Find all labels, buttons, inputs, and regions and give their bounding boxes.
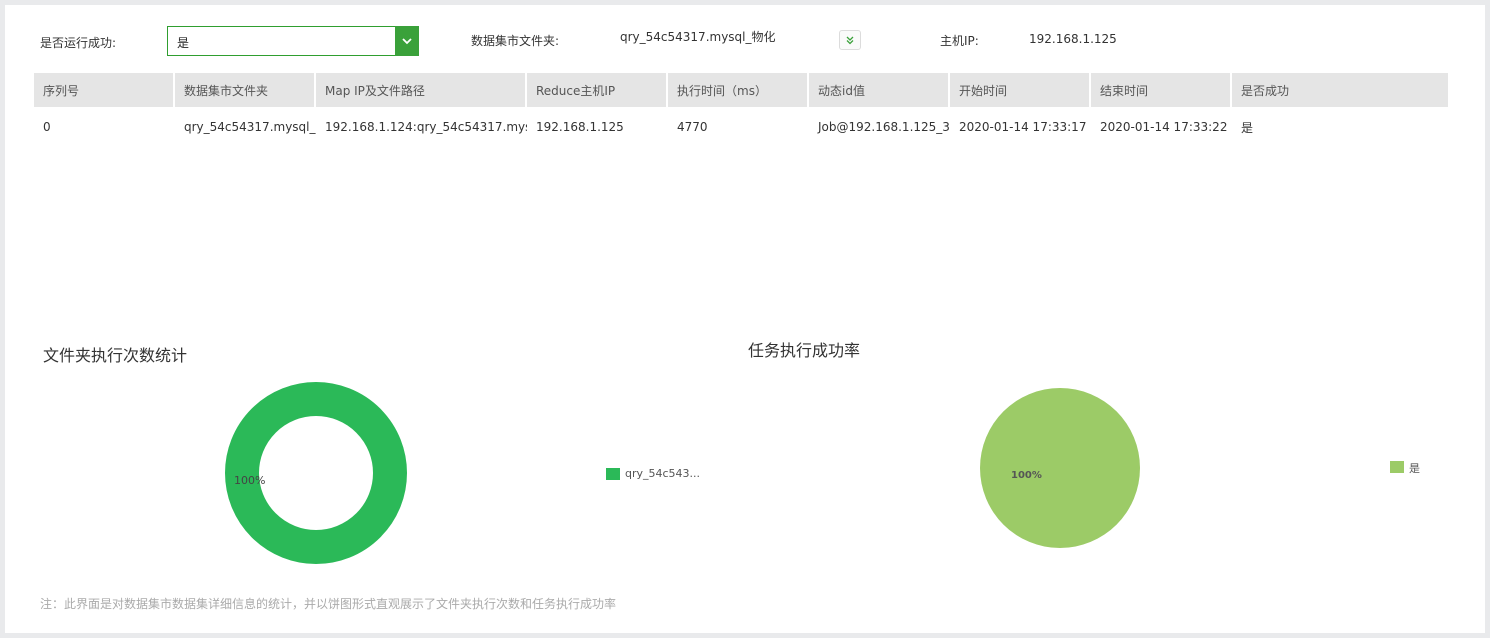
donut-legend-label[interactable]: qry_54c543... [625,467,700,480]
column-header[interactable]: 结束时间 [1091,73,1232,107]
folder-count-donut-chart: 100% [225,382,407,564]
table-cell: Job@192.168.1.125_36 [818,120,950,134]
main-panel: 是否运行成功: 是 数据集市文件夹: qry_54c54317.mysql_物化… [5,5,1485,633]
pie-legend-label[interactable]: 是 [1409,460,1420,476]
table-cell: 2020-01-14 17:33:22 [1100,120,1228,134]
table-cell: 0 [43,120,51,134]
success-rate-pie-chart: 100% [980,388,1140,548]
column-header[interactable]: 动态id值 [809,73,950,107]
execution-table: 序列号 数据集市文件夹 Map IP及文件路径 Reduce主机IP 执行时间（… [34,73,1448,147]
column-header[interactable]: 序列号 [34,73,175,107]
success-select[interactable]: 是 [167,26,419,56]
table-cell: 是 [1241,120,1254,135]
success-select-value: 是 [177,36,190,50]
column-header[interactable]: Reduce主机IP [527,73,668,107]
pie-legend-swatch[interactable] [1390,461,1404,473]
success-rate-chart-title: 任务执行成功率 [748,341,861,360]
folder-filter-value: qry_54c54317.mysql_物化 [620,30,776,44]
host-filter-value: 192.168.1.125 [1029,32,1117,46]
folder-filter-label: 数据集市文件夹: [471,34,560,48]
footer-note: 注：此界面是对数据集市数据集详细信息的统计，并以饼图形式直观展示了文件夹执行次数… [40,597,617,611]
column-header[interactable]: 是否成功 [1232,73,1448,107]
table-cell: 192.168.1.124:qry_54c54317.mysql_ [325,120,527,134]
table-cell: 4770 [677,120,708,134]
double-chevron-down-icon [846,36,854,45]
pie-slice[interactable] [980,388,1140,548]
column-header[interactable]: 执行时间（ms） [668,73,809,107]
table-cell: qry_54c54317.mysql_ [184,120,316,134]
pie-data-label: 100% [1011,470,1042,481]
column-header[interactable]: Map IP及文件路径 [316,73,527,107]
table-row[interactable]: 0 qry_54c54317.mysql_ 192.168.1.124:qry_… [34,107,1448,147]
host-filter-label: 主机IP: [940,34,979,48]
expand-button[interactable] [839,30,861,50]
column-header[interactable]: 数据集市文件夹 [175,73,316,107]
donut-data-label: 100% [234,474,265,487]
success-filter-label: 是否运行成功: [40,36,117,50]
column-header[interactable]: 开始时间 [950,73,1091,107]
chevron-down-icon[interactable] [395,26,419,56]
table-cell: 2020-01-14 17:33:17 [959,120,1087,134]
table-header-row: 序列号 数据集市文件夹 Map IP及文件路径 Reduce主机IP 执行时间（… [34,73,1448,107]
table-cell: 192.168.1.125 [536,120,624,134]
donut-slice[interactable] [225,382,407,564]
folder-count-chart-title: 文件夹执行次数统计 [43,346,188,365]
donut-legend-swatch[interactable] [606,468,620,480]
